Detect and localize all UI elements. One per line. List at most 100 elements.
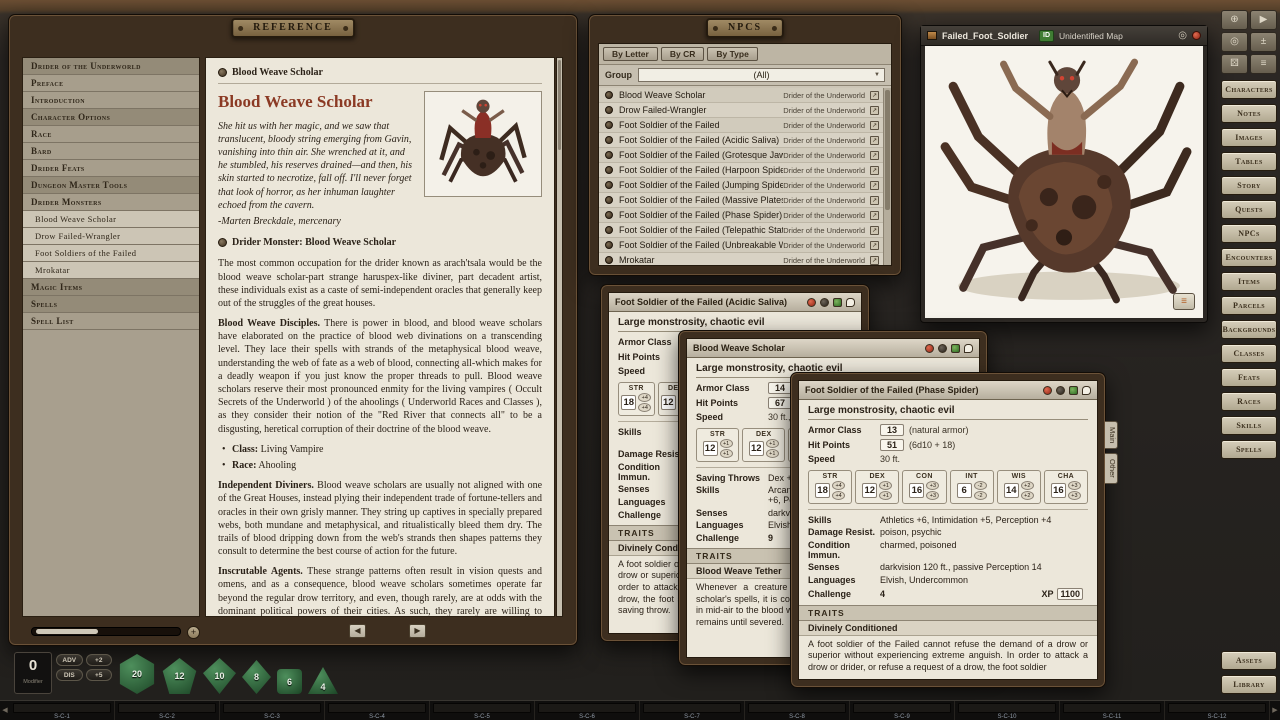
die[interactable]: 4 <box>308 667 338 694</box>
sidebar-button[interactable]: Library <box>1221 675 1277 694</box>
sidebar-button[interactable]: Story <box>1221 176 1277 195</box>
reference-nav-item[interactable]: Bard <box>23 143 199 160</box>
open-link-icon[interactable]: ↗ <box>870 196 879 205</box>
filter-tab[interactable]: By Type <box>707 47 757 61</box>
pin-icon[interactable] <box>807 298 816 307</box>
sidebar-button[interactable]: Characters <box>1221 80 1277 99</box>
sidebar-button[interactable]: Backgrounds <box>1221 320 1277 339</box>
npc-list-item[interactable]: Foot Soldier of the Failed Drider of the… <box>599 118 883 133</box>
open-link-icon[interactable]: ↗ <box>870 106 879 115</box>
group-dropdown[interactable]: (All) ▼ <box>638 68 885 82</box>
hotkey-slot[interactable]: S-C-3 <box>220 701 325 720</box>
npc-record-link[interactable]: Drider Monster: Blood Weave Scholar <box>218 236 542 249</box>
sidebar-button[interactable]: Parcels <box>1221 296 1277 315</box>
window-titlebar[interactable]: Foot Soldier of the Failed (Acidic Saliv… <box>609 293 861 312</box>
hotkey-dropzone[interactable] <box>118 703 216 713</box>
reference-nav-item[interactable]: Mrokatar <box>23 262 199 279</box>
hotbar-right-arrow[interactable]: ▶ <box>1270 701 1280 720</box>
sidebar-button[interactable]: Classes <box>1221 344 1277 363</box>
hotkey-slot[interactable]: S-C-12 <box>1165 701 1270 720</box>
sidebar-button[interactable]: Feats <box>1221 368 1277 387</box>
npcs-window-plaque[interactable]: NPCS <box>706 18 784 38</box>
id-badge[interactable]: ID <box>1039 30 1054 42</box>
sidebar-button[interactable]: Items <box>1221 272 1277 291</box>
slider-knob[interactable] <box>36 629 98 634</box>
modifier-pill-button[interactable]: +5 <box>86 669 113 681</box>
hotkey-slot[interactable]: S-C-2 <box>115 701 220 720</box>
token-icon[interactable] <box>938 344 947 353</box>
sidebar-tool-icon[interactable]: ± <box>1250 32 1277 52</box>
armor-class-value[interactable]: 13 <box>880 424 904 436</box>
sidebar-tool-icon[interactable]: ▶ <box>1250 10 1277 30</box>
open-link-icon[interactable]: ↗ <box>870 256 879 265</box>
open-link-icon[interactable]: ↗ <box>870 226 879 235</box>
pin-icon[interactable] <box>925 344 934 353</box>
open-link-icon[interactable]: ↗ <box>870 241 879 250</box>
magnify-icon[interactable]: ◎ <box>1178 31 1187 41</box>
hotkey-dropzone[interactable] <box>433 703 531 713</box>
ability-score[interactable]: DEX 12 +1+1 <box>855 470 899 504</box>
window-titlebar[interactable]: Foot Soldier of the Failed (Phase Spider… <box>799 381 1097 400</box>
die[interactable]: 6 <box>277 669 302 694</box>
die[interactable]: 10 <box>203 658 236 694</box>
ability-score[interactable]: CHA 16 +3+3 <box>1044 470 1088 504</box>
npc-list-scrollbar[interactable] <box>883 88 891 265</box>
reference-nav-item[interactable]: Preface <box>23 75 199 92</box>
id-icon[interactable] <box>1069 386 1078 395</box>
npc-list-item[interactable]: Foot Soldier of the Failed (Jumping Spid… <box>599 178 883 193</box>
npc-list-item[interactable]: Foot Soldier of the Failed (Phase Spider… <box>599 208 883 223</box>
sidebar-button[interactable]: Notes <box>1221 104 1277 123</box>
trait-name[interactable]: Divinely Conditioned <box>799 621 1097 636</box>
sidebar-button[interactable]: Spells <box>1221 440 1277 459</box>
sidebar-tool-icon[interactable]: ⚄ <box>1221 54 1248 74</box>
ability-score[interactable]: STR 18 +4+4 <box>808 470 852 504</box>
ability-score[interactable]: STR 12 +1+1 <box>696 428 739 462</box>
window-titlebar[interactable]: Blood Weave Scholar <box>687 339 979 358</box>
hotkey-slot[interactable]: S-C-8 <box>745 701 850 720</box>
ability-score[interactable]: DEX 12 +1+1 <box>742 428 785 462</box>
hotkey-slot[interactable]: S-C-4 <box>325 701 430 720</box>
open-link-icon[interactable]: ↗ <box>870 136 879 145</box>
id-icon[interactable] <box>833 298 842 307</box>
hotkey-slot[interactable]: S-C-5 <box>430 701 535 720</box>
npc-list-item[interactable]: Foot Soldier of the Failed (Unbreakable … <box>599 238 883 253</box>
die[interactable]: 8 <box>242 660 271 694</box>
reference-nav-item[interactable]: Drider of the Underworld <box>23 58 199 75</box>
hotkey-dropzone[interactable] <box>223 703 321 713</box>
token-icon[interactable] <box>820 298 829 307</box>
hotkey-dropzone[interactable] <box>1063 703 1161 713</box>
reference-nav-item[interactable]: Foot Soldiers of the Failed <box>23 245 199 262</box>
sidebar-button[interactable]: Images <box>1221 128 1277 147</box>
creature-artwork[interactable]: ≡ <box>925 46 1203 318</box>
pin-icon[interactable] <box>1192 31 1201 40</box>
open-link-icon[interactable]: ↗ <box>870 181 879 190</box>
sidebar-button[interactable]: Assets <box>1221 651 1277 670</box>
sidebar-button[interactable]: NPCs <box>1221 224 1277 243</box>
hotkey-dropzone[interactable] <box>853 703 951 713</box>
modifier-pill-button[interactable]: ADV <box>56 654 83 666</box>
reference-nav-item[interactable]: Character Options <box>23 109 199 126</box>
window-titlebar[interactable]: Failed_Foot_Soldier ID Unidentified Map … <box>921 26 1207 46</box>
hotbar-left-arrow[interactable]: ◀ <box>0 701 10 720</box>
open-link-icon[interactable]: ↗ <box>870 121 879 130</box>
tab-main[interactable]: Main <box>1105 421 1118 449</box>
filter-tab[interactable]: By Letter <box>603 47 658 61</box>
sidebar-tool-icon[interactable]: ≡ <box>1250 54 1277 74</box>
sidebar-tool-icon[interactable]: ◎ <box>1221 32 1248 52</box>
scrollbar-thumb[interactable] <box>885 90 890 210</box>
open-link-icon[interactable]: ↗ <box>870 151 879 160</box>
modifier-box[interactable]: 0 Modifier <box>14 652 52 694</box>
ability-score[interactable]: STR 18 +4+4 <box>618 382 655 416</box>
npc-list-item[interactable]: Foot Soldier of the Failed (Massive Plat… <box>599 193 883 208</box>
npc-list-item[interactable]: Drow Failed-Wrangler Drider of the Under… <box>599 103 883 118</box>
hotkey-dropzone[interactable] <box>13 703 111 713</box>
reference-nav-item[interactable]: Spell List <box>23 313 199 330</box>
prev-page-button[interactable]: ◀ <box>349 624 366 638</box>
sidebar-button[interactable]: Skills <box>1221 416 1277 435</box>
ability-score[interactable]: INT 6 -2-2 <box>950 470 994 504</box>
sidebar-button[interactable]: Quests <box>1221 200 1277 219</box>
npc-list-item[interactable]: Foot Soldier of the Failed (Grotesque Ja… <box>599 148 883 163</box>
hotkey-dropzone[interactable] <box>748 703 846 713</box>
zoom-in-button[interactable]: + <box>187 626 200 639</box>
next-page-button[interactable]: ▶ <box>409 624 426 638</box>
